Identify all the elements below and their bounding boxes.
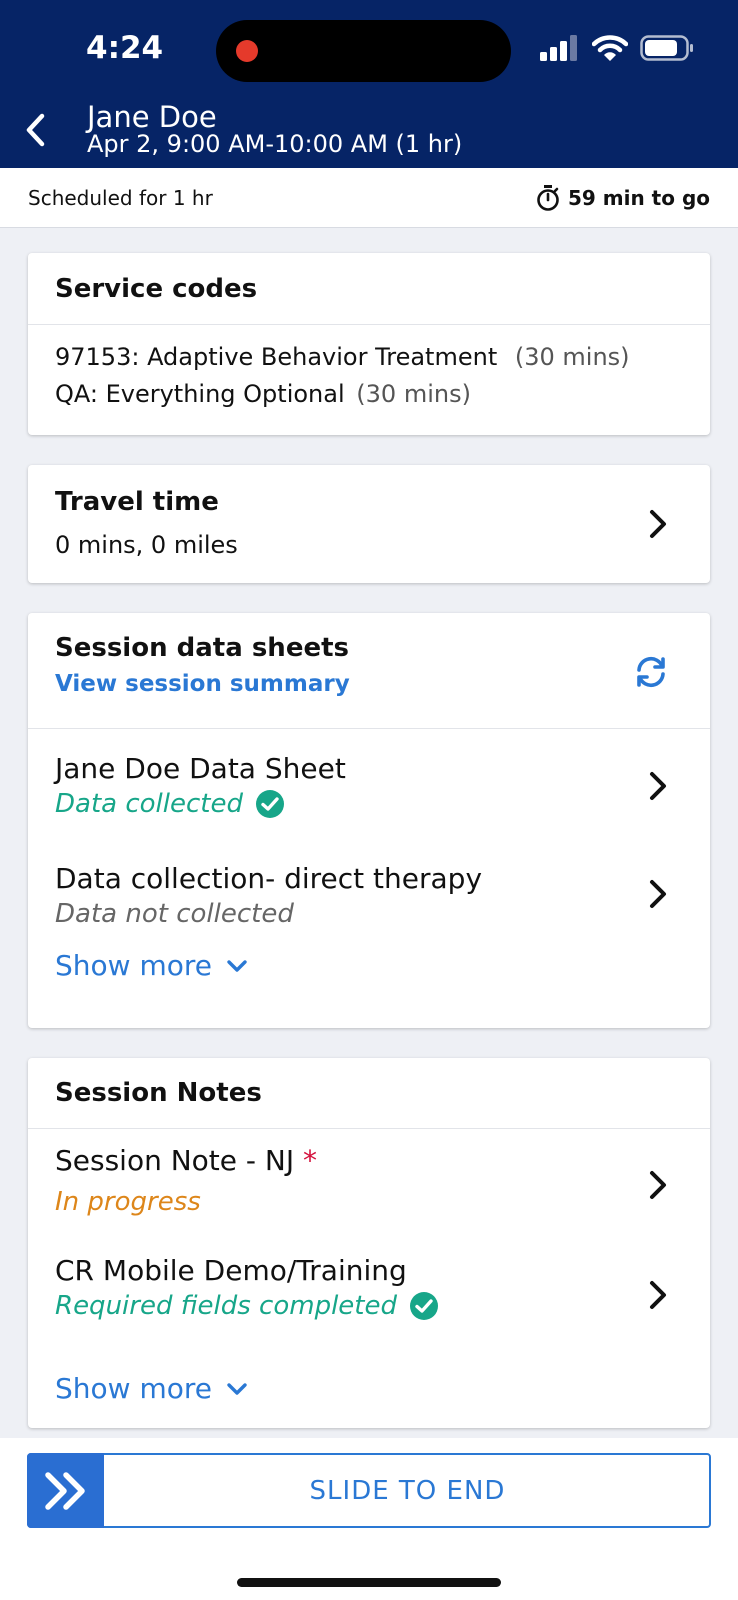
required-asterisk: * xyxy=(303,1144,318,1177)
time-remaining-label: 59 min to go xyxy=(567,185,710,210)
show-more-session-notes-button[interactable]: Show more xyxy=(55,1372,248,1405)
chevron-down-icon xyxy=(227,959,247,972)
stopwatch-icon xyxy=(537,184,559,211)
bottom-action-area: SLIDE TO END xyxy=(0,1438,738,1600)
show-more-data-sheets-button[interactable]: Show more xyxy=(55,949,248,982)
status-bar: 4:24 xyxy=(0,0,738,98)
session-note-status: Required fields completed xyxy=(55,1291,439,1321)
travel-time-content: Travel time 0 mins, 0 miles xyxy=(55,487,238,559)
service-codes-title: Service codes xyxy=(55,273,258,304)
travel-time-value: 0 mins, 0 miles xyxy=(55,531,238,559)
recording-indicator xyxy=(236,40,258,62)
session-note-title: Session Note - NJ * xyxy=(55,1144,317,1177)
session-notes-card: Session Notes Session Note - NJ * In pro… xyxy=(28,1058,710,1428)
view-session-summary-link[interactable]: View session summary xyxy=(55,671,350,697)
battery-icon xyxy=(640,35,693,61)
chevron-right-icon[interactable] xyxy=(648,509,670,539)
session-note-status: In progress xyxy=(55,1187,201,1217)
data-sheet-status: Data collected xyxy=(55,789,346,819)
service-codes-header: Service codes xyxy=(28,253,710,325)
schedule-bar: Scheduled for 1 hr 59 min to go xyxy=(0,168,738,228)
session-notes-title: Session Notes xyxy=(55,1078,262,1108)
slide-to-end-label: SLIDE TO END xyxy=(309,1475,506,1506)
data-sheets-title: Session data sheets xyxy=(55,633,349,663)
chevron-down-icon xyxy=(227,1382,247,1395)
data-sheet-row[interactable]: Data collection- direct therapy Data not… xyxy=(28,840,710,950)
travel-time-title: Travel time xyxy=(55,487,219,517)
data-sheet-status-label: Data not collected xyxy=(55,899,294,929)
session-note-status-label: Required fields completed xyxy=(55,1291,397,1321)
session-notes-header: Session Notes xyxy=(28,1058,710,1129)
service-code-item: QA: Everything Optional (30 mins) xyxy=(55,380,630,408)
data-sheet-row[interactable]: Jane Doe Data Sheet Data collected xyxy=(28,730,710,840)
data-sheet-status-label: Data collected xyxy=(55,789,243,819)
session-note-title: CR Mobile Demo/Training xyxy=(55,1254,407,1287)
service-codes-card: Service codes 97153: Adaptive Behavior T… xyxy=(28,253,710,435)
chevron-right-icon[interactable] xyxy=(648,1170,670,1200)
chevron-right-icon[interactable] xyxy=(648,771,670,801)
session-note-row[interactable]: CR Mobile Demo/Training Required fields … xyxy=(28,1243,710,1353)
data-sheet-status: Data not collected xyxy=(55,899,482,929)
service-code-duration: (30 mins) xyxy=(514,343,630,371)
service-code-name: 97153: Adaptive Behavior Treatment xyxy=(55,343,498,371)
service-code-item: 97153: Adaptive Behavior Treatment (30 m… xyxy=(55,343,630,371)
dynamic-island xyxy=(216,20,511,82)
sync-icon[interactable] xyxy=(632,655,670,689)
data-sheet-title: Data collection- direct therapy xyxy=(55,862,483,895)
session-note-row[interactable]: Session Note - NJ * In progress xyxy=(28,1130,710,1243)
service-code-duration: (30 mins) xyxy=(356,380,471,408)
check-circle-icon xyxy=(410,1292,438,1320)
wifi-icon xyxy=(592,35,628,61)
signal-icon xyxy=(540,35,577,61)
data-sheets-card: Session data sheets View session summary… xyxy=(28,613,710,1028)
slider-handle[interactable] xyxy=(27,1453,104,1528)
status-icons xyxy=(540,34,694,62)
scheduled-duration: Scheduled for 1 hr xyxy=(28,185,213,210)
home-indicator xyxy=(237,1578,501,1587)
status-time: 4:24 xyxy=(86,30,164,66)
session-note-title-label: Session Note - NJ xyxy=(55,1144,295,1177)
data-sheets-header: Session data sheets View session summary xyxy=(28,613,710,729)
check-circle-icon xyxy=(255,790,284,818)
double-chevron-right-icon xyxy=(44,1471,85,1510)
show-more-label: Show more xyxy=(55,1372,212,1405)
service-code-name: QA: Everything Optional xyxy=(55,380,345,408)
travel-time-card[interactable]: Travel time 0 mins, 0 miles xyxy=(28,465,710,583)
time-remaining: 59 min to go xyxy=(536,184,710,211)
client-name: Jane Doe xyxy=(87,100,217,134)
show-more-label: Show more xyxy=(55,949,212,982)
back-chevron-icon[interactable] xyxy=(18,110,58,150)
chevron-right-icon[interactable] xyxy=(648,879,670,909)
data-sheet-title: Jane Doe Data Sheet xyxy=(55,752,346,785)
chevron-right-icon[interactable] xyxy=(648,1280,670,1310)
appointment-time: Apr 2, 9:00 AM-10:00 AM (1 hr) xyxy=(87,130,463,158)
nav-header: Jane Doe Apr 2, 9:00 AM-10:00 AM (1 hr) xyxy=(0,98,738,168)
slide-to-end-slider[interactable]: SLIDE TO END xyxy=(27,1453,711,1528)
service-codes-list: 97153: Adaptive Behavior Treatment (30 m… xyxy=(55,343,630,408)
